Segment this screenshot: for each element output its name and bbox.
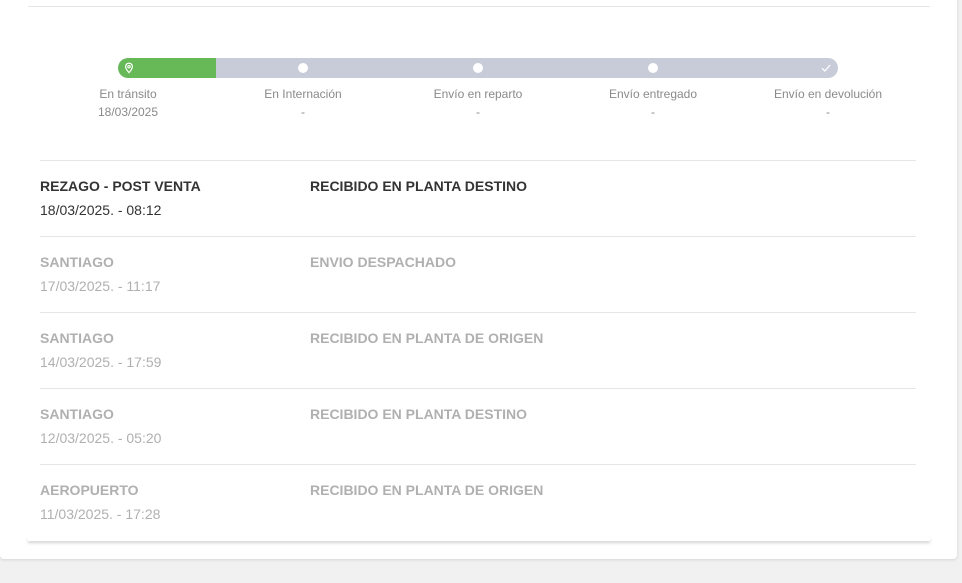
tracking-event: REZAGO - POST VENTA 18/03/2025. - 08:12 … <box>40 160 916 236</box>
event-place: SANTIAGO <box>40 254 114 270</box>
event-place: SANTIAGO <box>40 406 114 422</box>
check-icon <box>816 58 836 78</box>
tracking-event: AEROPUERTO 11/03/2025. - 17:28 RECIBIDO … <box>40 464 916 540</box>
step-date: - <box>476 105 480 119</box>
dot-icon <box>468 58 488 78</box>
event-status: RECIBIDO EN PLANTA DE ORIGEN <box>310 330 544 346</box>
step-label: En Internación <box>264 87 342 101</box>
dot-icon <box>643 58 663 78</box>
event-place: SANTIAGO <box>40 330 114 346</box>
step-date: - <box>826 105 830 119</box>
event-datetime: 12/03/2025. - 05:20 <box>40 430 162 446</box>
step-envio-en-reparto: Envío en reparto - <box>398 85 558 121</box>
step-label: Envío entregado <box>608 87 698 101</box>
step-date: - <box>651 105 655 119</box>
tracking-event: SANTIAGO 12/03/2025. - 05:20 RECIBIDO EN… <box>40 388 916 464</box>
location-pin-icon <box>119 58 139 78</box>
step-date: - <box>301 105 305 119</box>
step-en-internacion: En Internación - <box>223 85 383 121</box>
tracking-event: SANTIAGO 14/03/2025. - 17:59 RECIBIDO EN… <box>40 312 916 388</box>
list-bottom-edge <box>28 537 930 541</box>
step-label: Envío en devolución <box>773 87 883 101</box>
tracking-events-list: REZAGO - POST VENTA 18/03/2025. - 08:12 … <box>40 160 916 540</box>
step-en-transito: En tránsito 18/03/2025 <box>48 85 208 121</box>
event-place: AEROPUERTO <box>40 482 139 498</box>
event-status: RECIBIDO EN PLANTA DE ORIGEN <box>310 482 544 498</box>
step-label: Envío en reparto <box>433 87 523 101</box>
event-datetime: 14/03/2025. - 17:59 <box>40 354 162 370</box>
event-datetime: 11/03/2025. - 17:28 <box>40 506 161 522</box>
event-place: REZAGO - POST VENTA <box>40 178 201 194</box>
event-status: RECIBIDO EN PLANTA DESTINO <box>310 406 528 422</box>
step-date: 18/03/2025 <box>97 105 159 119</box>
event-datetime: 18/03/2025. - 08:12 <box>40 202 162 218</box>
event-status: RECIBIDO EN PLANTA DESTINO <box>310 178 528 194</box>
tracking-event: SANTIAGO 17/03/2025. - 11:17 ENVIO DESPA… <box>40 236 916 312</box>
step-envio-entregado: Envío entregado - <box>573 85 733 121</box>
step-envio-en-devolucion: Envío en devolución - <box>748 85 908 121</box>
divider <box>28 6 930 7</box>
event-status: ENVIO DESPACHADO <box>310 254 456 270</box>
dot-icon <box>293 58 313 78</box>
event-datetime: 17/03/2025. - 11:17 <box>40 278 161 294</box>
step-label: En tránsito <box>99 87 157 101</box>
